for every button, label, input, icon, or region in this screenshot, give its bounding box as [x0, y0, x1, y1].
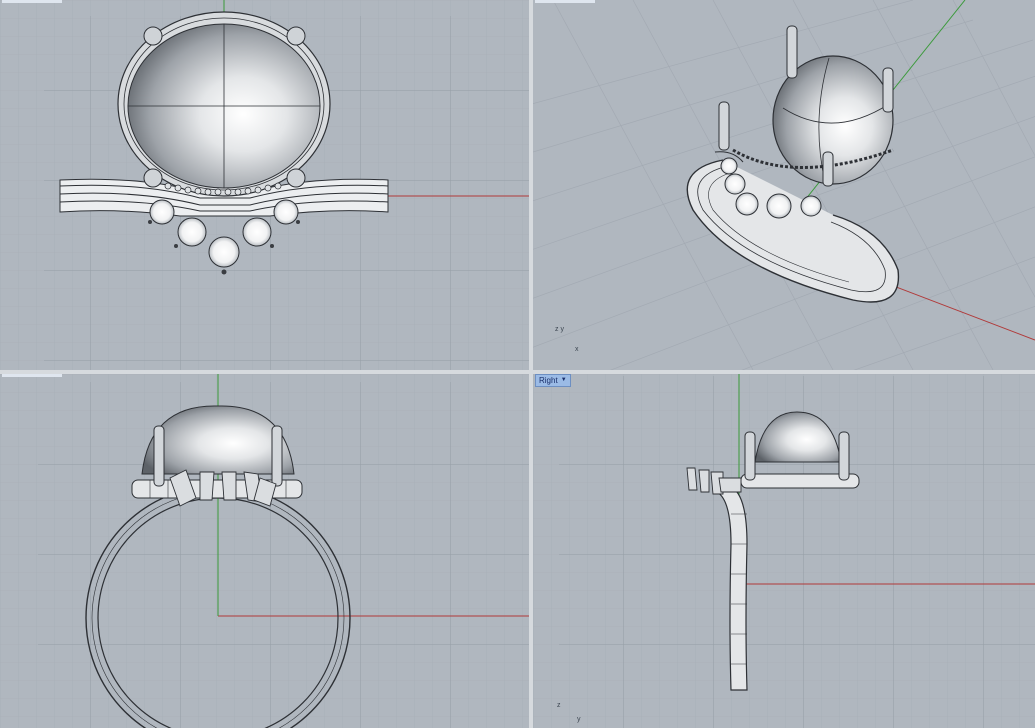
triangle-down-icon[interactable]: ▼: [561, 375, 567, 386]
viewport-tab-right[interactable]: Right ▼: [535, 374, 571, 387]
axis-label-z: z: [557, 702, 561, 709]
viewport-tab-front[interactable]: [2, 374, 62, 377]
viewport-top[interactable]: [0, 0, 529, 370]
axis-label-z: z: [555, 326, 559, 333]
viewport-front[interactable]: [0, 374, 529, 728]
top-canvas: [0, 0, 529, 370]
axis-indicator: z y: [557, 702, 581, 723]
axis-indicator: z y x: [555, 326, 579, 353]
viewport-tab-perspective[interactable]: [535, 0, 595, 3]
front-canvas: [0, 374, 529, 728]
right-canvas: [533, 374, 1035, 728]
viewport-perspective[interactable]: z y x: [533, 0, 1035, 370]
viewport-tab-top[interactable]: [2, 0, 62, 3]
viewport-divider-vertical[interactable]: [529, 0, 533, 728]
perspective-canvas: [533, 0, 1035, 370]
axis-label-y: y: [560, 326, 564, 333]
viewport-divider-horizontal[interactable]: [0, 370, 1035, 374]
axis-label-x: x: [575, 346, 579, 353]
viewport-right[interactable]: Right ▼ z y: [533, 374, 1035, 728]
axis-label-y: y: [577, 716, 581, 723]
viewport-name-label: Right: [539, 376, 558, 385]
